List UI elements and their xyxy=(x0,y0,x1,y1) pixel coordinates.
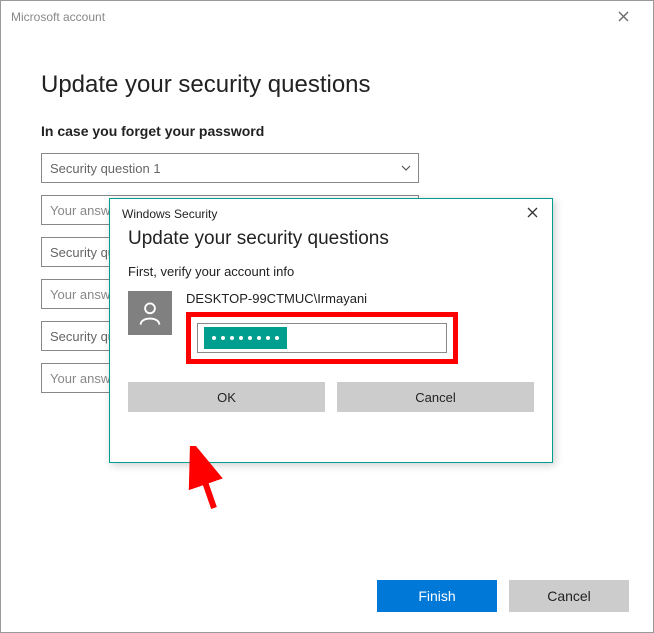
page-heading: Update your security questions xyxy=(41,71,613,99)
ok-button[interactable]: OK xyxy=(128,382,325,412)
person-icon xyxy=(136,299,164,327)
footer-buttons: Finish Cancel xyxy=(377,580,629,612)
finish-button[interactable]: Finish xyxy=(377,580,497,612)
cancel-button[interactable]: Cancel xyxy=(509,580,629,612)
dialog-close-button[interactable] xyxy=(521,205,544,222)
close-icon xyxy=(527,207,538,218)
dialog-cancel-button[interactable]: Cancel xyxy=(337,382,534,412)
chevron-down-icon xyxy=(400,162,412,174)
security-question-1-select[interactable]: Security question 1 xyxy=(41,153,419,183)
password-input[interactable] xyxy=(197,323,447,353)
dialog-heading: Update your security questions xyxy=(128,228,534,250)
password-dots xyxy=(204,327,287,349)
window-titlebar: Microsoft account xyxy=(1,1,653,33)
window-close-button[interactable] xyxy=(603,9,643,26)
highlight-box xyxy=(186,312,458,364)
select-placeholder: Security question 1 xyxy=(50,161,161,176)
close-icon xyxy=(618,11,629,22)
account-name: DESKTOP-99CTMUC\Irmayani xyxy=(186,291,534,306)
dialog-title: Windows Security xyxy=(122,207,217,221)
dialog-titlebar: Windows Security xyxy=(110,199,552,224)
user-avatar xyxy=(128,291,172,335)
dialog-subheading: First, verify your account info xyxy=(128,264,534,279)
window-title: Microsoft account xyxy=(11,10,105,24)
page-subheading: In case you forget your password xyxy=(41,123,613,139)
windows-security-dialog: Windows Security Update your security qu… xyxy=(109,198,553,463)
